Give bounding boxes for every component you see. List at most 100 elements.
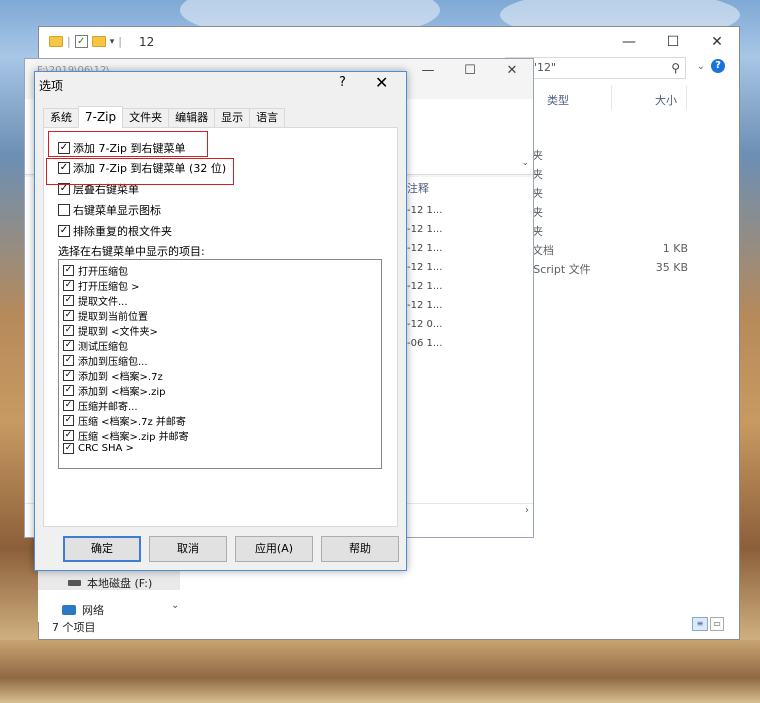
file-row[interactable]: 文件夹 bbox=[510, 204, 688, 220]
checkbox-checked[interactable]: ✓ bbox=[63, 355, 74, 366]
expand-ribbon-icon[interactable]: ⌄ bbox=[697, 61, 705, 72]
tab-7zip[interactable]: 7-Zip bbox=[78, 106, 124, 128]
list-item-label: 压缩 <档案>.zip 并邮寄 bbox=[78, 432, 189, 443]
close-button[interactable]: ✕ bbox=[491, 59, 533, 83]
list-item[interactable]: ✓ 添加到 <档案>.7z bbox=[63, 368, 163, 383]
properties-icon[interactable]: ✓ bbox=[74, 35, 88, 48]
ok-button[interactable]: 确定 bbox=[63, 536, 141, 562]
scroll-right-icon[interactable]: › bbox=[525, 505, 529, 516]
scroll-down-icon[interactable]: ⌄ bbox=[171, 600, 179, 611]
maximize-button[interactable]: ☐ bbox=[449, 59, 491, 83]
nav-item-label: 本地磁盘 (F:) bbox=[87, 577, 153, 590]
modified-date: -12 0... bbox=[407, 319, 443, 330]
checkbox-checked[interactable]: ✓ bbox=[63, 370, 74, 381]
modified-date: -12 1... bbox=[407, 300, 443, 311]
list-item[interactable]: ✓ 打开压缩包 bbox=[63, 263, 128, 278]
close-button[interactable]: ✕ bbox=[695, 27, 739, 57]
context-menu-items-list[interactable]: ✓ 打开压缩包 ✓ 打开压缩包 > ✓ 提取文件... ✓ 提取到当前位置 ✓ 提取到 <… bbox=[58, 259, 382, 469]
checkbox-checked[interactable]: ✓ bbox=[63, 415, 74, 426]
list-item-label: 打开压缩包 > bbox=[78, 282, 140, 293]
list-item[interactable]: ✓ 打开压缩包 > bbox=[63, 278, 140, 293]
checkbox-checked[interactable]: ✓ bbox=[63, 385, 74, 396]
option-eliminate-root-folder[interactable]: ✓ 排除重复的根文件夹 bbox=[58, 223, 172, 239]
list-item[interactable]: ✓ CRC SHA > bbox=[63, 443, 134, 454]
tab-editor[interactable]: 编辑器 bbox=[168, 108, 216, 128]
tab-display[interactable]: 显示 bbox=[214, 108, 251, 128]
checkbox-checked[interactable]: ✓ bbox=[63, 430, 74, 441]
file-row[interactable]: 文件夹 bbox=[510, 223, 688, 239]
list-item[interactable]: ✓ 压缩并邮寄... bbox=[63, 398, 138, 413]
minimize-button[interactable]: — bbox=[407, 59, 449, 83]
nav-item-network[interactable]: 网络 bbox=[62, 602, 104, 618]
minimize-button[interactable]: — bbox=[607, 27, 651, 57]
modified-date: -12 1... bbox=[407, 205, 443, 216]
column-header-comment[interactable]: 注释 bbox=[407, 180, 429, 196]
tab-system[interactable]: 系统 bbox=[43, 108, 79, 128]
option-menu-icons[interactable]: 右键菜单显示图标 bbox=[58, 202, 161, 218]
checkbox-checked[interactable]: ✓ bbox=[58, 225, 70, 237]
modified-date: -12 1... bbox=[407, 224, 443, 235]
nav-item-label: 网络 bbox=[82, 604, 104, 617]
list-item[interactable]: ✓ 提取到当前位置 bbox=[63, 308, 148, 323]
checkbox-checked[interactable]: ✓ bbox=[63, 295, 74, 306]
column-divider[interactable] bbox=[611, 86, 612, 110]
help-icon[interactable]: ? bbox=[711, 59, 725, 73]
file-row[interactable]: JavaScript 文件 35 KB bbox=[510, 261, 688, 277]
list-item[interactable]: ✓ 压缩 <档案>.7z 并邮寄 bbox=[63, 413, 186, 428]
file-row[interactable]: 文件夹 bbox=[510, 185, 688, 201]
apply-button[interactable]: 应用(A) bbox=[235, 536, 313, 562]
explorer-titlebar: | ✓ ▾ | 12 — ☐ ✕ bbox=[39, 27, 739, 57]
search-icon[interactable]: ⚲ bbox=[671, 58, 680, 78]
column-header-type[interactable]: 类型 bbox=[547, 92, 569, 108]
tab-panel-7zip: ✓ 添加 7-Zip 到右键菜单 ✓ 添加 7-Zip 到右键菜单 (32 位)… bbox=[43, 127, 398, 527]
list-item[interactable]: ✓ 添加到 <档案>.zip bbox=[63, 383, 166, 398]
maximize-button[interactable]: ☐ bbox=[651, 27, 695, 57]
checkbox-checked[interactable]: ✓ bbox=[63, 325, 74, 336]
tab-language[interactable]: 语言 bbox=[249, 108, 286, 128]
menu-items-caption: 选择在右键菜单中显示的项目: bbox=[58, 245, 205, 258]
list-item-label: 压缩 <档案>.7z 并邮寄 bbox=[78, 417, 186, 428]
checkbox-checked[interactable]: ✓ bbox=[63, 280, 74, 291]
nav-item-drive-f[interactable]: 本地磁盘 (F:) bbox=[68, 575, 152, 591]
checkbox-checked[interactable]: ✓ bbox=[63, 443, 74, 454]
close-button[interactable]: ✕ bbox=[375, 73, 388, 92]
checkbox-checked[interactable]: ✓ bbox=[63, 310, 74, 321]
option-label: 右键菜单显示图标 bbox=[73, 204, 161, 217]
list-item[interactable]: ✓ 提取文件... bbox=[63, 293, 128, 308]
list-item-label: 添加到 <档案>.7z bbox=[78, 372, 163, 383]
folder-icon[interactable] bbox=[49, 36, 63, 47]
modified-date: -12 1... bbox=[407, 281, 443, 292]
list-item[interactable]: ✓ 提取到 <文件夹> bbox=[63, 323, 158, 338]
new-folder-icon[interactable] bbox=[91, 36, 106, 47]
desktop-wallpaper-ground bbox=[0, 640, 760, 703]
checkbox-checked[interactable]: ✓ bbox=[63, 340, 74, 351]
list-item-label: 添加到 <档案>.zip bbox=[78, 387, 166, 398]
list-item[interactable]: ✓ 添加到压缩包... bbox=[63, 353, 148, 368]
file-size: 35 KB bbox=[655, 261, 688, 274]
large-icons-view-icon[interactable]: ▭ bbox=[710, 617, 724, 631]
modified-date: -12 1... bbox=[407, 262, 443, 273]
column-header-size[interactable]: 大小 bbox=[655, 92, 677, 108]
window-title: 12 bbox=[139, 35, 155, 49]
file-row[interactable]: 文件夹 bbox=[510, 166, 688, 182]
list-item-label: 压缩并邮寄... bbox=[78, 402, 138, 413]
list-item-label: 提取到 <文件夹> bbox=[78, 327, 158, 338]
tab-folders[interactable]: 文件夹 bbox=[122, 108, 170, 128]
help-button[interactable]: ? bbox=[339, 75, 346, 90]
checkbox-unchecked[interactable] bbox=[58, 204, 70, 216]
file-row[interactable]: 文件夹 bbox=[510, 147, 688, 163]
checkbox-checked[interactable]: ✓ bbox=[63, 400, 74, 411]
customize-toolbar-icon[interactable]: ▾ bbox=[110, 37, 115, 47]
details-view-icon[interactable]: ≡ bbox=[692, 617, 708, 631]
cancel-button[interactable]: 取消 bbox=[149, 536, 227, 562]
list-item[interactable]: ✓ 压缩 <档案>.zip 并邮寄 bbox=[63, 428, 189, 443]
file-row[interactable]: 文本文档1 KB bbox=[510, 242, 688, 258]
modified-date: -12 1... bbox=[407, 243, 443, 254]
list-item-label: 提取到当前位置 bbox=[78, 312, 148, 323]
checkbox-checked[interactable]: ✓ bbox=[63, 265, 74, 276]
column-divider[interactable] bbox=[686, 86, 687, 110]
highlight-box bbox=[48, 131, 208, 157]
help-dialog-button[interactable]: 帮助 bbox=[321, 536, 399, 562]
list-item[interactable]: ✓ 测试压缩包 bbox=[63, 338, 128, 353]
chevron-down-icon[interactable]: ⌄ bbox=[521, 158, 529, 168]
